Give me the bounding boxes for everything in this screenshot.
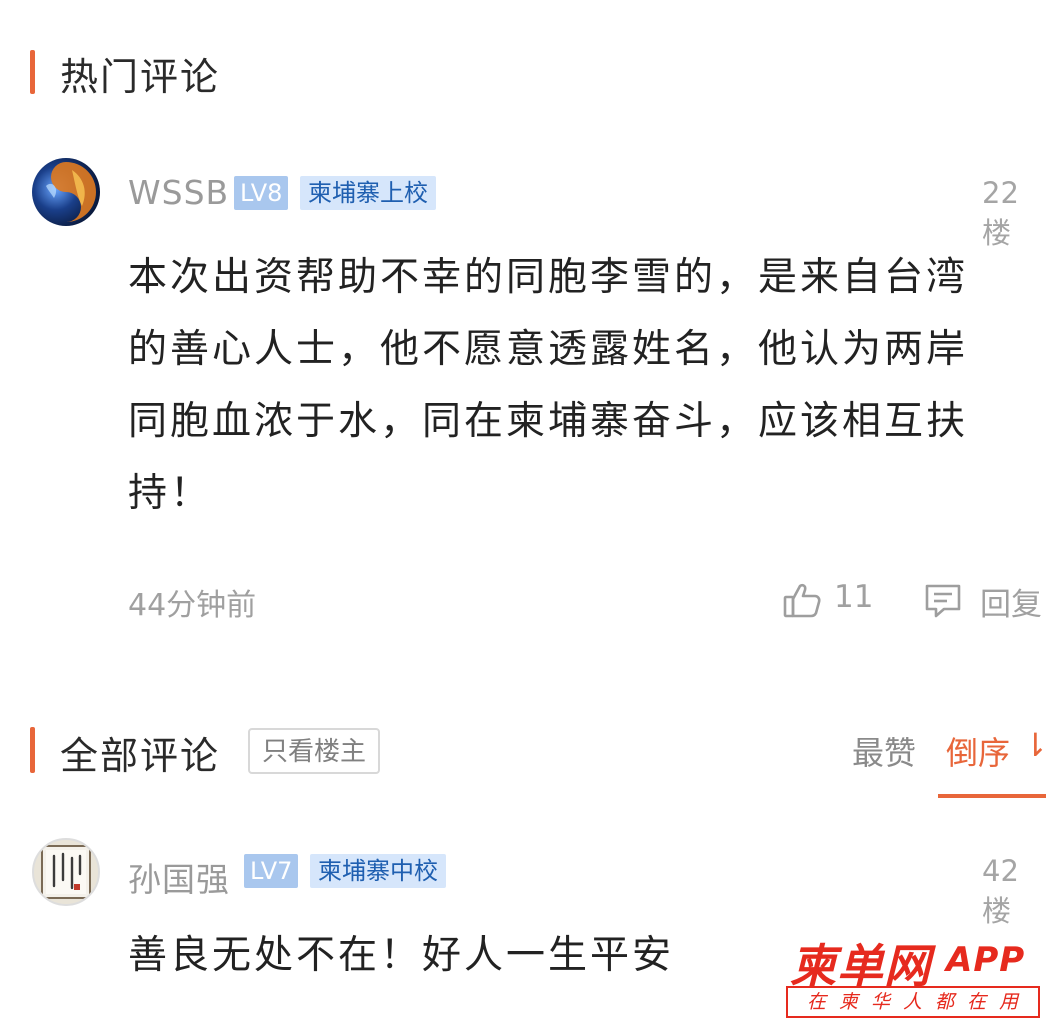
sort-desc-tab[interactable]: 倒序 ⇂ — [946, 726, 1046, 776]
active-tab-indicator — [938, 794, 1046, 798]
comment-username[interactable]: WSSB — [128, 173, 229, 212]
floor-number: 22楼 — [982, 176, 1019, 250]
brand-app-text: APP — [946, 940, 1026, 980]
avatar[interactable] — [32, 838, 100, 906]
reply-label: 回复 — [980, 587, 1042, 623]
like-count: 11 — [834, 579, 874, 615]
comment-icon — [922, 581, 964, 625]
comment-content: 本次出资帮助不幸的同胞李雪的，是来自台湾的善心人士，他不愿意透露姓名，他认为两岸… — [128, 255, 969, 516]
comment-time: 44分钟前 — [128, 588, 257, 623]
floor-number: 42楼 — [982, 854, 1019, 928]
only-op-filter-button[interactable]: 只看楼主 — [248, 728, 381, 774]
rank-badge: 柬埔寨上校 — [300, 176, 436, 210]
like-button[interactable]: 11 — [782, 576, 882, 622]
comment-content: 善良无处不在！好人一生平安 — [128, 933, 675, 978]
rank-badge: 柬埔寨中校 — [310, 854, 446, 888]
sort-desc-label: 倒序 — [946, 734, 1011, 772]
level-badge: LV7 — [244, 854, 299, 888]
avatar[interactable] — [32, 158, 100, 226]
reply-button[interactable]: 回复 — [922, 576, 1046, 625]
level-badge: LV8 — [234, 176, 289, 210]
brand-watermark: 柬单网 APP 在柬华人都在用 — [786, 930, 1042, 1020]
all-comments-title: 全部评论 — [60, 734, 221, 778]
hot-comments-title: 热门评论 — [60, 55, 221, 99]
sort-desc-icon: ⇂ — [1022, 726, 1046, 764]
sort-by-likes-tab[interactable]: 最赞 — [852, 728, 916, 774]
section-accent-bar — [30, 727, 35, 773]
section-accent-bar — [30, 50, 35, 94]
thumbs-up-icon — [782, 580, 822, 624]
brand-tagline: 在柬华人都在用 — [786, 986, 1040, 1018]
comment-username[interactable]: 孙国强 — [128, 853, 230, 901]
